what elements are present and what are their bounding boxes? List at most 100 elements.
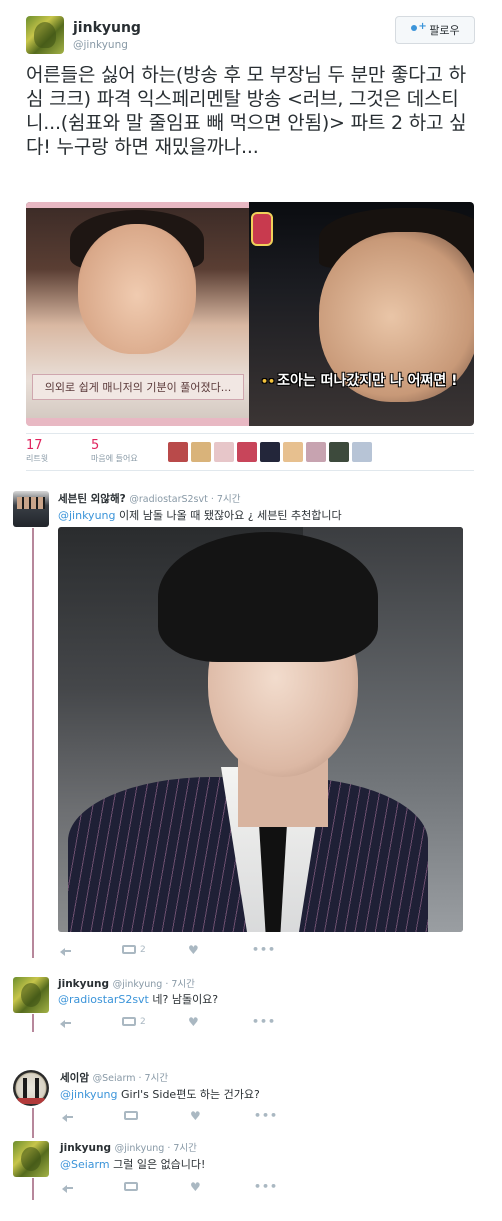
retweet-label: 리트윗: [26, 454, 49, 463]
reply-text: @jinkyung 이제 남돌 나올 때 됐잖아요 ¿ 세븐틴 추천합니다: [58, 507, 342, 523]
reply-actions: ♥ •••: [62, 1180, 278, 1193]
mention-link[interactable]: @jinkyung: [60, 1088, 118, 1101]
like-stat[interactable]: 5 마음에 들어요: [91, 438, 138, 464]
author-avatar[interactable]: [26, 16, 64, 54]
like-count: 5: [91, 438, 100, 453]
reply-text: @Seiarm 그럴 일은 없습니다!: [60, 1156, 205, 1172]
reply-icon: [62, 1111, 73, 1122]
reply-avatar[interactable]: [13, 1070, 49, 1106]
media-image-left[interactable]: 의외로 쉽게 매니저의 기분이 풀어졌다...: [26, 202, 249, 426]
reply-handle: @jinkyung: [114, 1143, 165, 1154]
reply-button[interactable]: [60, 945, 122, 956]
reply-icon: [60, 1017, 71, 1028]
reply-actions: ♥ •••: [62, 1109, 278, 1122]
photo-detail: [158, 532, 378, 662]
liker-avatar[interactable]: [283, 442, 303, 462]
reply-author[interactable]: jinkyung @jinkyung · 7시간: [58, 976, 195, 990]
reply-body: Girl's Side편도 하는 건가요?: [117, 1088, 260, 1101]
left-caption: 의외로 쉽게 매니저의 기분이 풀어졌다...: [32, 374, 244, 400]
retweet-button[interactable]: 2: [122, 945, 188, 955]
divider: [26, 433, 474, 434]
more-icon: •••: [252, 1015, 277, 1028]
heart-icon: ♥: [188, 1014, 199, 1029]
reply-author[interactable]: jinkyung @jinkyung · 7시간: [60, 1140, 197, 1154]
media-image-right[interactable]: •• 조아는 떠나갔지만 나 어쩌면 !: [249, 202, 474, 426]
thread-line: [32, 528, 34, 958]
retweet-icon: [122, 945, 136, 954]
reply-author[interactable]: 세븐틴 외않해? @radiostarS2svt · 7시간: [58, 491, 240, 506]
reply-handle: @Seiarm: [92, 1073, 136, 1084]
decorative-bar: [26, 418, 249, 426]
tweet-media[interactable]: 의외로 쉽게 매니저의 기분이 풀어졌다... •• 조아는 떠나갔지만 나 어쩌…: [26, 202, 474, 426]
reply-text: @jinkyung Girl's Side편도 하는 건가요?: [60, 1086, 260, 1102]
reply-body: 네? 남돌이요?: [148, 993, 219, 1006]
reply-button[interactable]: [60, 1017, 122, 1028]
reply-handle: @radiostarS2svt: [129, 494, 208, 505]
retweet-count: 2: [140, 944, 146, 955]
reply-time[interactable]: 7시간: [173, 1143, 197, 1154]
reply-name: jinkyung: [58, 978, 109, 990]
liker-avatar[interactable]: [168, 442, 188, 462]
retweet-stat[interactable]: 17 리트윗: [26, 438, 48, 464]
like-button[interactable]: ♥: [188, 944, 252, 956]
reply-name: 세이암: [60, 1072, 89, 1084]
reply-avatar[interactable]: [13, 1141, 49, 1177]
reply-author[interactable]: 세이암 @Seiarm · 7시간: [60, 1070, 168, 1085]
liker-avatar[interactable]: [329, 442, 349, 462]
thread-line: [32, 1108, 34, 1138]
more-icon: •••: [254, 1109, 279, 1122]
reply-body: 이제 남돌 나올 때 됐잖아요 ¿ 세븐틴 추천합니다: [115, 509, 342, 522]
broadcast-logo: [251, 212, 273, 246]
liker-avatar[interactable]: [306, 442, 326, 462]
mention-link[interactable]: @jinkyung: [58, 509, 116, 522]
reply-name: 세븐틴 외않해?: [58, 493, 126, 505]
more-icon: •••: [254, 1180, 279, 1193]
liker-avatar[interactable]: [214, 442, 234, 462]
reply-icon: [60, 945, 71, 956]
retweet-button[interactable]: [124, 1182, 190, 1191]
more-button[interactable]: •••: [252, 1015, 276, 1028]
heart-icon: ♥: [190, 1179, 201, 1194]
liker-avatar[interactable]: [191, 442, 211, 462]
like-label: 마음에 들어요: [91, 454, 138, 463]
more-button[interactable]: •••: [254, 1180, 278, 1193]
liker-avatar[interactable]: [352, 442, 372, 462]
reply-icon: [62, 1182, 73, 1193]
like-button[interactable]: ♥: [190, 1181, 254, 1193]
reply-actions: 2 ♥ •••: [60, 1015, 276, 1028]
reply-button[interactable]: [62, 1111, 124, 1122]
caption-dots: ••: [261, 375, 276, 388]
reply-time[interactable]: 7시간: [217, 494, 241, 505]
divider: [26, 470, 474, 471]
reply-avatar[interactable]: [13, 977, 49, 1013]
decorative-bar: [26, 202, 249, 208]
mention-link[interactable]: @Seiarm: [60, 1158, 110, 1171]
author-handle[interactable]: @jinkyung: [73, 39, 128, 51]
follow-label: 팔로우: [429, 24, 460, 37]
reply-button[interactable]: [62, 1182, 124, 1193]
more-icon: •••: [252, 943, 277, 956]
thread-line: [32, 1178, 34, 1200]
reply-time[interactable]: 7시간: [171, 979, 195, 990]
right-caption: •• 조아는 떠나갔지만 나 어쩌면 !: [261, 370, 458, 390]
retweet-icon: [124, 1182, 138, 1191]
heart-icon: ♥: [188, 942, 199, 957]
more-button[interactable]: •••: [254, 1109, 278, 1122]
tweet-text: 어른들은 싫어 하는(방송 후 모 부장님 두 분만 좋다고 하심 크크) 파격…: [26, 64, 467, 158]
mention-link[interactable]: @radiostarS2svt: [58, 993, 149, 1006]
retweet-icon: [122, 1017, 136, 1026]
author-name[interactable]: jinkyung: [73, 20, 141, 36]
liker-avatar[interactable]: [260, 442, 280, 462]
retweet-button[interactable]: 2: [122, 1017, 188, 1027]
retweet-button[interactable]: [124, 1111, 190, 1120]
liker-avatar[interactable]: [237, 442, 257, 462]
reply-avatar[interactable]: [13, 491, 49, 527]
right-caption-text: 조아는 떠나갔지만 나 어쩌면 !: [277, 373, 458, 389]
add-user-icon: [410, 21, 427, 35]
like-button[interactable]: ♥: [188, 1016, 252, 1028]
follow-button[interactable]: 팔로우: [395, 16, 475, 44]
more-button[interactable]: •••: [252, 943, 276, 956]
reply-time[interactable]: 7시간: [145, 1073, 169, 1084]
like-button[interactable]: ♥: [190, 1110, 254, 1122]
reply-photo[interactable]: [58, 527, 463, 932]
